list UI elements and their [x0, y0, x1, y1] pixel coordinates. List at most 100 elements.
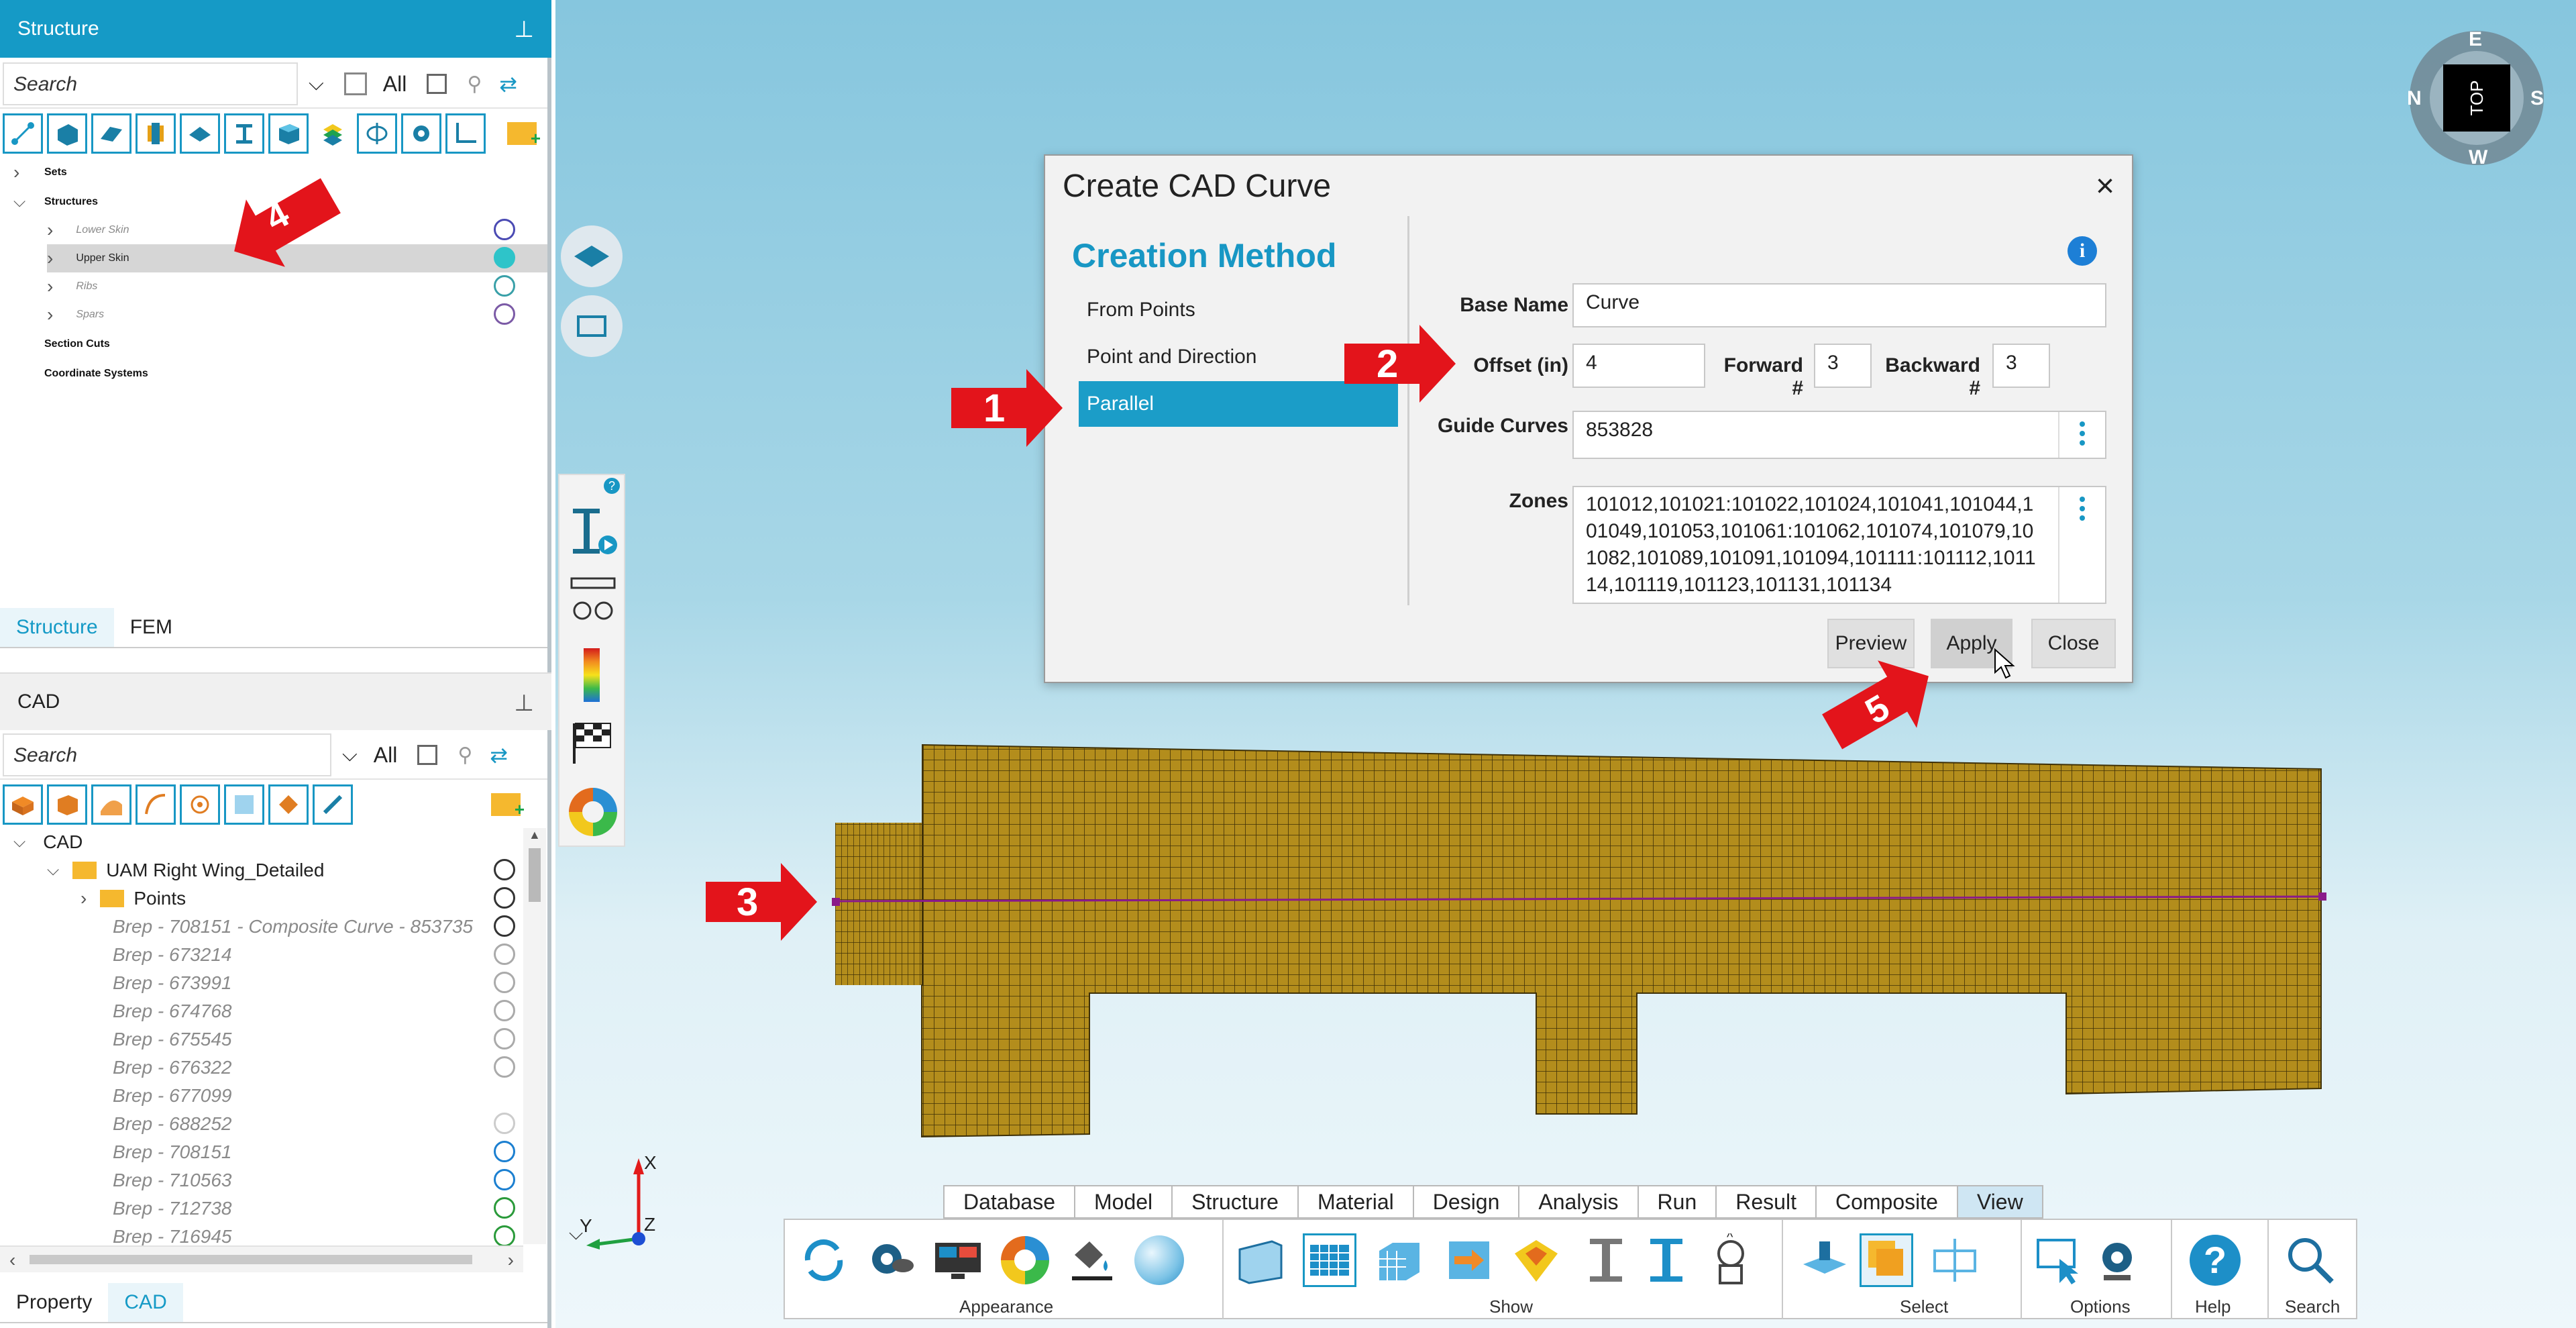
cad-edit-icon[interactable] — [268, 784, 309, 825]
list-item[interactable]: Brep - 710563 — [113, 1166, 231, 1194]
sphere-icon[interactable] — [1132, 1233, 1186, 1287]
beam-icon[interactable] — [1579, 1233, 1633, 1287]
new-folder-icon[interactable]: + — [491, 793, 525, 819]
cad-surface-icon[interactable] — [91, 784, 131, 825]
visibility-toggle[interactable] — [494, 1197, 515, 1219]
visibility-toggle[interactable] — [494, 915, 515, 937]
list-item[interactable]: Brep - 674768 — [113, 997, 231, 1025]
select-frame-icon[interactable] — [1928, 1233, 1982, 1287]
solid-tool-icon[interactable] — [47, 113, 87, 154]
axis-tool-icon[interactable] — [445, 113, 486, 154]
pin-icon[interactable]: ⊥ — [514, 690, 534, 717]
tree-item-structures[interactable]: ⌵ Structures — [13, 188, 98, 216]
pin-icon[interactable]: ⊥ — [514, 16, 534, 43]
zones-field[interactable]: 101012,101021:101022,101024,101041,10104… — [1572, 486, 2106, 604]
base-name-field[interactable]: Curve — [1572, 283, 2106, 327]
options-gear-icon[interactable] — [2090, 1233, 2144, 1287]
checkered-flag-icon[interactable] — [568, 717, 619, 768]
compass-widget[interactable]: TOP E S W N — [2407, 28, 2544, 168]
display-icon[interactable] — [931, 1233, 985, 1287]
list-item[interactable]: Brep - 673214 — [113, 941, 231, 969]
beam-section-icon[interactable] — [1640, 1233, 1693, 1287]
solid-mesh-icon[interactable] — [1373, 1233, 1426, 1287]
visibility-toggle[interactable] — [494, 1225, 515, 1247]
guide-curves-field[interactable]: 853828 — [1572, 411, 2106, 459]
nodes-tool-icon[interactable] — [3, 113, 43, 154]
cad-scrollbar[interactable]: ▲ — [523, 828, 546, 1244]
cad-tree-root[interactable]: ⌵ CAD — [13, 828, 83, 856]
mesh-left-root[interactable] — [835, 823, 922, 985]
zones-menu-icon[interactable] — [2058, 487, 2105, 603]
tab-view[interactable]: View — [1956, 1185, 2043, 1219]
plate-tool-icon[interactable] — [180, 113, 220, 154]
visibility-toggle[interactable] — [494, 887, 515, 909]
tab-structure[interactable]: Structure — [0, 608, 114, 647]
cube-filter-icon[interactable] — [343, 72, 367, 95]
plane-view-button[interactable] — [561, 225, 623, 287]
visibility-toggle[interactable] — [494, 943, 515, 965]
forward-field[interactable]: 3 — [1814, 344, 1872, 388]
tab-design[interactable]: Design — [1412, 1185, 1520, 1219]
visibility-toggle[interactable] — [494, 1000, 515, 1021]
color-wheel-icon[interactable] — [998, 1233, 1052, 1287]
list-item[interactable]: Brep - 677099 — [113, 1082, 231, 1110]
tab-structure-menu[interactable]: Structure — [1171, 1185, 1299, 1219]
close-button[interactable]: Close — [2031, 619, 2116, 668]
guide-curves-menu-icon[interactable] — [2058, 412, 2105, 458]
list-item[interactable]: Brep - 708151 — [113, 1138, 231, 1166]
visibility-toggle[interactable] — [494, 275, 515, 297]
visibility-toggle[interactable] — [494, 1113, 515, 1134]
tree-item-spars[interactable]: › Spars — [47, 301, 104, 329]
help-icon[interactable]: ? — [604, 478, 620, 494]
list-item[interactable]: Brep - 688252 — [113, 1110, 231, 1138]
cut-tool-icon[interactable] — [357, 113, 397, 154]
compass-top-face[interactable]: TOP — [2443, 64, 2510, 132]
settings-view-icon[interactable] — [864, 1233, 918, 1287]
tree-item-section-cuts[interactable]: Section Cuts — [13, 330, 110, 358]
shell-tool-icon[interactable] — [91, 113, 131, 154]
options-pointer-icon[interactable] — [2033, 1233, 2086, 1287]
copy-icon[interactable] — [417, 745, 438, 765]
box-tool-icon[interactable] — [268, 113, 309, 154]
gear-tool-icon[interactable] — [401, 113, 441, 154]
help-question-icon[interactable]: ? — [2188, 1233, 2242, 1287]
visibility-toggle[interactable] — [494, 1169, 515, 1190]
tab-material[interactable]: Material — [1297, 1185, 1414, 1219]
cad-filter-all[interactable]: All — [374, 743, 398, 768]
list-item[interactable]: Brep - 676322 — [113, 1054, 231, 1082]
list-item[interactable]: Brep - 708151 - Composite Curve - 853735 — [113, 913, 473, 941]
scrollbar-thumb[interactable] — [529, 848, 541, 902]
tab-run[interactable]: Run — [1637, 1185, 1717, 1219]
select-tray-icon[interactable] — [1798, 1233, 1851, 1287]
beam-play-icon[interactable] — [568, 505, 619, 560]
visibility-toggle[interactable] — [494, 1056, 515, 1078]
new-folder-icon[interactable]: + — [507, 122, 541, 148]
cad-curve-icon[interactable] — [136, 784, 176, 825]
paint-bucket-icon[interactable] — [1065, 1233, 1119, 1287]
visibility-toggle[interactable] — [494, 1028, 515, 1050]
backward-field[interactable]: 3 — [1992, 344, 2050, 388]
visibility-toggle[interactable] — [494, 247, 515, 268]
glasses-icon[interactable] — [568, 576, 619, 627]
expand-triad-icon[interactable]: ⌵ — [569, 1223, 583, 1245]
chevron-down-icon[interactable]: ⌵ — [309, 72, 324, 95]
list-item[interactable]: Brep - 675545 — [113, 1025, 231, 1054]
offset-field[interactable]: 4 — [1572, 344, 1705, 388]
horizontal-scrollbar[interactable]: ‹ › — [0, 1245, 523, 1272]
cad-pencil-icon[interactable] — [313, 784, 353, 825]
sync-icon[interactable]: ⇄ — [490, 742, 508, 768]
cad-solid-icon[interactable] — [3, 784, 43, 825]
select-objects-icon[interactable] — [1860, 1233, 1913, 1287]
cad-plane-icon[interactable] — [224, 784, 264, 825]
structure-filter-all[interactable]: All — [383, 72, 407, 97]
list-item[interactable]: Brep - 712738 — [113, 1194, 231, 1223]
checker-surface-icon[interactable] — [1509, 1233, 1563, 1287]
astronaut-icon[interactable]: ^ — [1704, 1230, 1758, 1287]
color-legend-icon[interactable] — [584, 648, 600, 702]
cad-point-icon[interactable] — [180, 784, 220, 825]
mesh-body[interactable] — [921, 744, 2322, 1138]
structure-search-input[interactable]: Search — [3, 62, 298, 105]
wing-mesh[interactable] — [805, 738, 2348, 1147]
visibility-toggle[interactable] — [494, 972, 515, 993]
close-icon[interactable]: × — [2096, 168, 2114, 205]
